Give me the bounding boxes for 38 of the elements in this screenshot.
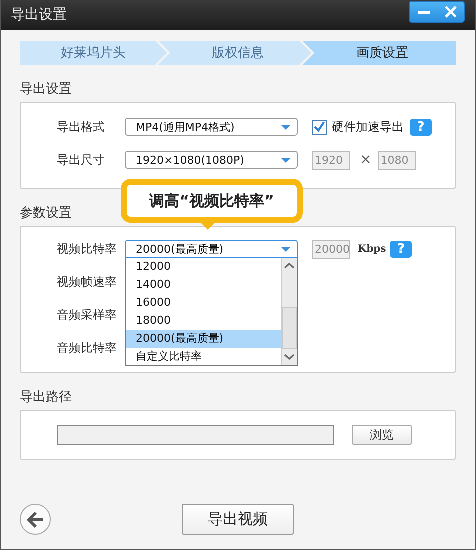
times-sign: × xyxy=(360,152,372,168)
close-icon xyxy=(444,5,458,19)
caret-icon xyxy=(281,158,291,163)
caret-icon xyxy=(281,247,291,252)
step-tab[interactable]: 画质设置 xyxy=(302,41,456,65)
step-tab[interactable]: 版权信息 xyxy=(158,41,312,65)
path-field[interactable] xyxy=(57,425,334,445)
dropdown-option[interactable]: 18000 xyxy=(126,312,281,330)
field-label: 导出尺寸 xyxy=(57,152,106,168)
field-label: 音频采样率 xyxy=(57,306,118,324)
caret-icon xyxy=(281,125,291,130)
unit-label: Kbps xyxy=(358,244,386,254)
dropdown[interactable]: 1920×1080(1080P) xyxy=(125,151,298,169)
dropdown-option[interactable]: 14000 xyxy=(126,276,281,294)
dropdown-option[interactable]: 12000 xyxy=(126,258,281,276)
dropdown[interactable]: MP4(通用MP4格式) xyxy=(125,118,298,136)
field-label: 视频帧速率 xyxy=(57,274,118,290)
section-heading: 导出设置 xyxy=(20,81,73,96)
back-button[interactable] xyxy=(20,504,51,535)
scroll-thumb[interactable] xyxy=(282,307,297,349)
browse-button[interactable]: 浏览 xyxy=(352,425,412,445)
field-label: 音频比特率 xyxy=(57,340,118,356)
dropdown[interactable]: 20000(最高质量) xyxy=(125,240,298,258)
checkbox[interactable] xyxy=(312,120,327,134)
dropdown-option[interactable]: 自定义比特率 xyxy=(126,348,281,366)
section-heading: 参数设置 xyxy=(20,205,73,220)
arrow-left-icon xyxy=(26,510,46,530)
dropdown-option[interactable]: 20000(最高质量) xyxy=(126,330,281,348)
callout: 调高“视频比特率” xyxy=(121,179,303,223)
field-label: 导出格式 xyxy=(57,118,106,136)
dropdown-option[interactable]: 16000 xyxy=(126,294,281,312)
section-heading: 导出路径 xyxy=(20,389,73,404)
step-tab[interactable]: 好莱坞片头 xyxy=(20,41,168,65)
field-label: 视频比特率 xyxy=(57,240,118,258)
checkbox-label: 硬件加速导出 xyxy=(332,118,404,136)
export-button[interactable]: 导出视频 xyxy=(182,504,294,535)
scrollbar[interactable] xyxy=(281,258,297,365)
window-title: 导出设置 xyxy=(11,6,67,24)
